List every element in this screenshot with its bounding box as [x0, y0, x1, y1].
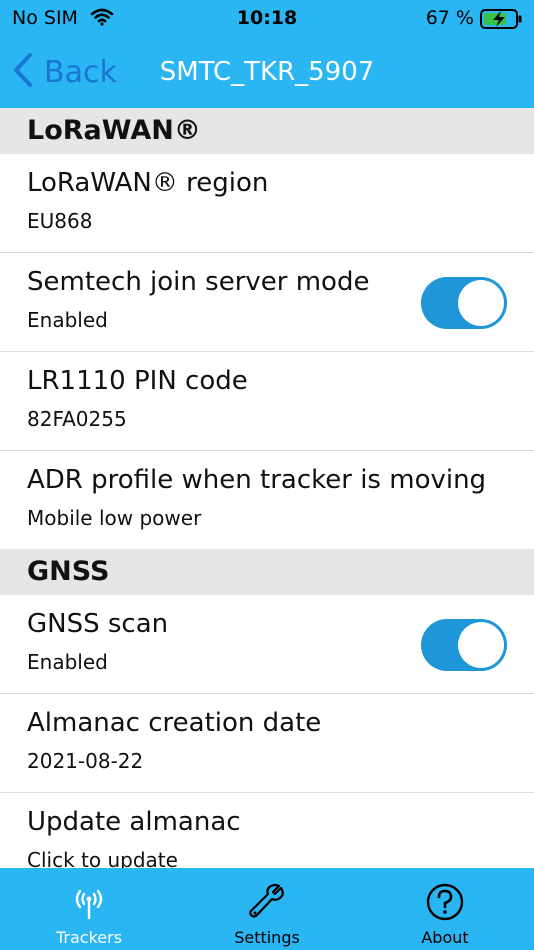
tab-label: Trackers: [55, 928, 123, 947]
page-title: SMTC_TKR_5907: [159, 57, 375, 87]
row-title: LoRaWAN® region: [27, 168, 269, 198]
row-value: 82FA0255: [27, 407, 127, 431]
row-value: Mobile low power: [27, 506, 202, 530]
update-almanac-row[interactable]: Update almanac Click to update: [0, 793, 534, 868]
tab-label: Settings: [234, 928, 300, 947]
gnss-scan-row: GNSS scan Enabled: [0, 595, 534, 694]
battery-charging-icon: [480, 8, 524, 35]
tab-bar: Trackers Settings About: [0, 868, 534, 950]
wrench-icon: [247, 882, 287, 922]
settings-list: LoRaWAN® LoRaWAN® region EU868 Semtech j…: [0, 108, 534, 868]
tab-about[interactable]: About: [356, 868, 534, 950]
section-header-gnss: GNSS: [0, 549, 534, 595]
lorawan-region-row[interactable]: LoRaWAN® region EU868: [0, 154, 534, 253]
gnss-scan-toggle[interactable]: [421, 619, 507, 671]
row-title: Almanac creation date: [27, 708, 322, 738]
row-value: Enabled: [27, 308, 108, 332]
status-bar: No SIM 10:18 67 %: [0, 0, 534, 38]
row-title: ADR profile when tracker is moving: [27, 465, 487, 495]
row-title: LR1110 PIN code: [27, 366, 248, 396]
battery-percent: 67 %: [425, 7, 474, 29]
adr-profile-row[interactable]: ADR profile when tracker is moving Mobil…: [0, 451, 534, 549]
section-header-lorawan: LoRaWAN®: [0, 108, 534, 154]
tab-label: About: [421, 928, 469, 947]
row-value: Enabled: [27, 650, 108, 674]
join-server-mode-row: Semtech join server mode Enabled: [0, 253, 534, 352]
row-value: 2021-08-22: [27, 749, 144, 773]
tab-settings[interactable]: Settings: [178, 868, 356, 950]
almanac-date-row[interactable]: Almanac creation date 2021-08-22: [0, 694, 534, 793]
navigation-bar: Back SMTC_TKR_5907: [0, 38, 534, 108]
antenna-icon: [69, 882, 109, 922]
question-circle-icon: [425, 882, 465, 922]
row-title: GNSS scan: [27, 609, 169, 639]
toggle-knob: [458, 280, 504, 326]
toggle-knob: [458, 622, 504, 668]
pin-code-row[interactable]: LR1110 PIN code 82FA0255: [0, 352, 534, 451]
join-server-mode-toggle[interactable]: [421, 277, 507, 329]
row-value: Click to update: [27, 848, 178, 868]
row-title: Semtech join server mode: [27, 267, 370, 297]
tab-trackers[interactable]: Trackers: [0, 868, 178, 950]
row-value: EU868: [27, 209, 93, 233]
row-title: Update almanac: [27, 807, 241, 837]
